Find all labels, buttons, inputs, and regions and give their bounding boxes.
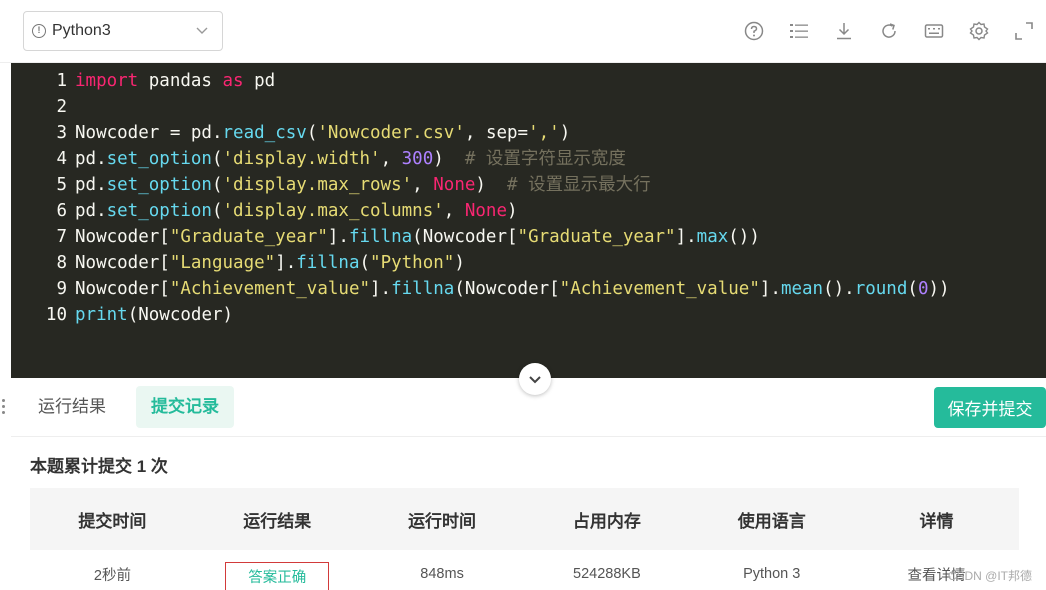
- code-line: 9 Nowcoder["Achievement_value"].fillna(No…: [11, 276, 950, 302]
- download-icon[interactable]: [821, 16, 866, 46]
- tab-run-result[interactable]: 运行结果: [23, 386, 121, 428]
- header-run-time: 运行时间: [408, 511, 477, 531]
- line-number: 3: [56, 123, 67, 143]
- code-line: 7 Nowcoder["Graduate_year"].fillna(Nowcod…: [11, 224, 760, 250]
- cell-submit-time: 2秒前: [93, 567, 131, 584]
- line-number: 7: [56, 227, 67, 247]
- result-accepted: 答案正确: [225, 562, 330, 590]
- info-icon: !: [32, 24, 46, 38]
- line-number: 8: [56, 253, 67, 273]
- line-number: 9: [56, 279, 67, 299]
- help-icon[interactable]: [731, 16, 776, 46]
- divider: [11, 436, 1046, 437]
- code-text: Nowcoder["Graduate_year"].fillna(Nowcode…: [75, 227, 760, 247]
- header-run-result: 运行结果: [243, 511, 312, 531]
- language-select[interactable]: ! Python3: [23, 11, 223, 51]
- header-submit-time: 提交时间: [78, 511, 147, 531]
- code-text: import pandas as pd: [75, 71, 276, 91]
- keyboard-icon[interactable]: [911, 16, 956, 46]
- cell-language: Python 3: [743, 566, 801, 582]
- code-text: print(Nowcoder): [75, 305, 234, 325]
- code-line: 6 pd.set_option('display.max_columns', No…: [11, 198, 518, 224]
- header-detail: 详情: [919, 511, 954, 531]
- code-text: pd.set_option('display.max_columns', Non…: [75, 201, 518, 221]
- header-language: 使用语言: [737, 511, 806, 531]
- code-editor[interactable]: 1 import pandas as pd 2 3 Nowcoder = pd.read…: [11, 63, 1046, 378]
- toolbar-icons: [731, 16, 1046, 46]
- header-memory: 占用内存: [572, 511, 641, 531]
- code-line: 5 pd.set_option('display.max_rows', None)…: [11, 172, 651, 198]
- drag-handle[interactable]: [2, 399, 6, 419]
- collapse-editor-button[interactable]: [519, 363, 551, 395]
- line-number: 10: [45, 305, 67, 325]
- refresh-icon[interactable]: [866, 16, 911, 46]
- cell-result: 答案正确: [195, 554, 360, 590]
- submission-count-title: 本题累计提交 1 次: [30, 457, 168, 476]
- code-text: pd.set_option('display.max_rows', None) …: [75, 175, 651, 195]
- line-number: 1: [56, 71, 67, 91]
- chevron-down-icon: [529, 376, 541, 384]
- chevron-down-icon: [196, 27, 208, 34]
- cell-run-time: 848ms: [420, 566, 464, 582]
- code-line: 10 print(Nowcoder): [11, 302, 233, 328]
- save-submit-button[interactable]: 保存并提交: [934, 387, 1046, 428]
- submissions-table: 提交时间 运行结果 运行时间 占用内存 使用语言 详情 2秒前 答案正确 848…: [30, 488, 1019, 590]
- code-line: 2: [11, 94, 75, 120]
- line-number: 6: [56, 201, 67, 221]
- code-text: Nowcoder["Achievement_value"].fillna(Now…: [75, 279, 950, 299]
- cell-memory: 524288KB: [573, 566, 641, 582]
- code-text: Nowcoder["Language"].fillna("Python"): [75, 253, 465, 273]
- language-value: Python3: [52, 22, 111, 39]
- table-row: 2秒前 答案正确 848ms 524288KB Python 3 查看详情: [30, 550, 1019, 590]
- code-line: 4 pd.set_option('display.width', 300) # 设…: [11, 146, 626, 172]
- toolbar: ! Python3: [0, 0, 1046, 63]
- tab-submissions[interactable]: 提交记录: [136, 386, 234, 428]
- line-number: 4: [56, 149, 67, 169]
- fullscreen-icon[interactable]: [1001, 16, 1046, 46]
- code-line: 3 Nowcoder = pd.read_csv('Nowcoder.csv', …: [11, 120, 570, 146]
- watermark: CSDN @IT邦德: [947, 569, 1032, 583]
- list-icon[interactable]: [776, 16, 821, 46]
- line-number: 5: [56, 175, 67, 195]
- table-header: 提交时间 运行结果 运行时间 占用内存 使用语言 详情: [30, 488, 1019, 550]
- code-line: 8 Nowcoder["Language"].fillna("Python"): [11, 250, 465, 276]
- code-text: pd.set_option('display.width', 300) # 设置…: [75, 149, 626, 169]
- settings-icon[interactable]: [956, 16, 1001, 46]
- line-number: 2: [56, 97, 67, 117]
- code-line: 1 import pandas as pd: [11, 68, 275, 94]
- code-text: Nowcoder = pd.read_csv('Nowcoder.csv', s…: [75, 123, 571, 143]
